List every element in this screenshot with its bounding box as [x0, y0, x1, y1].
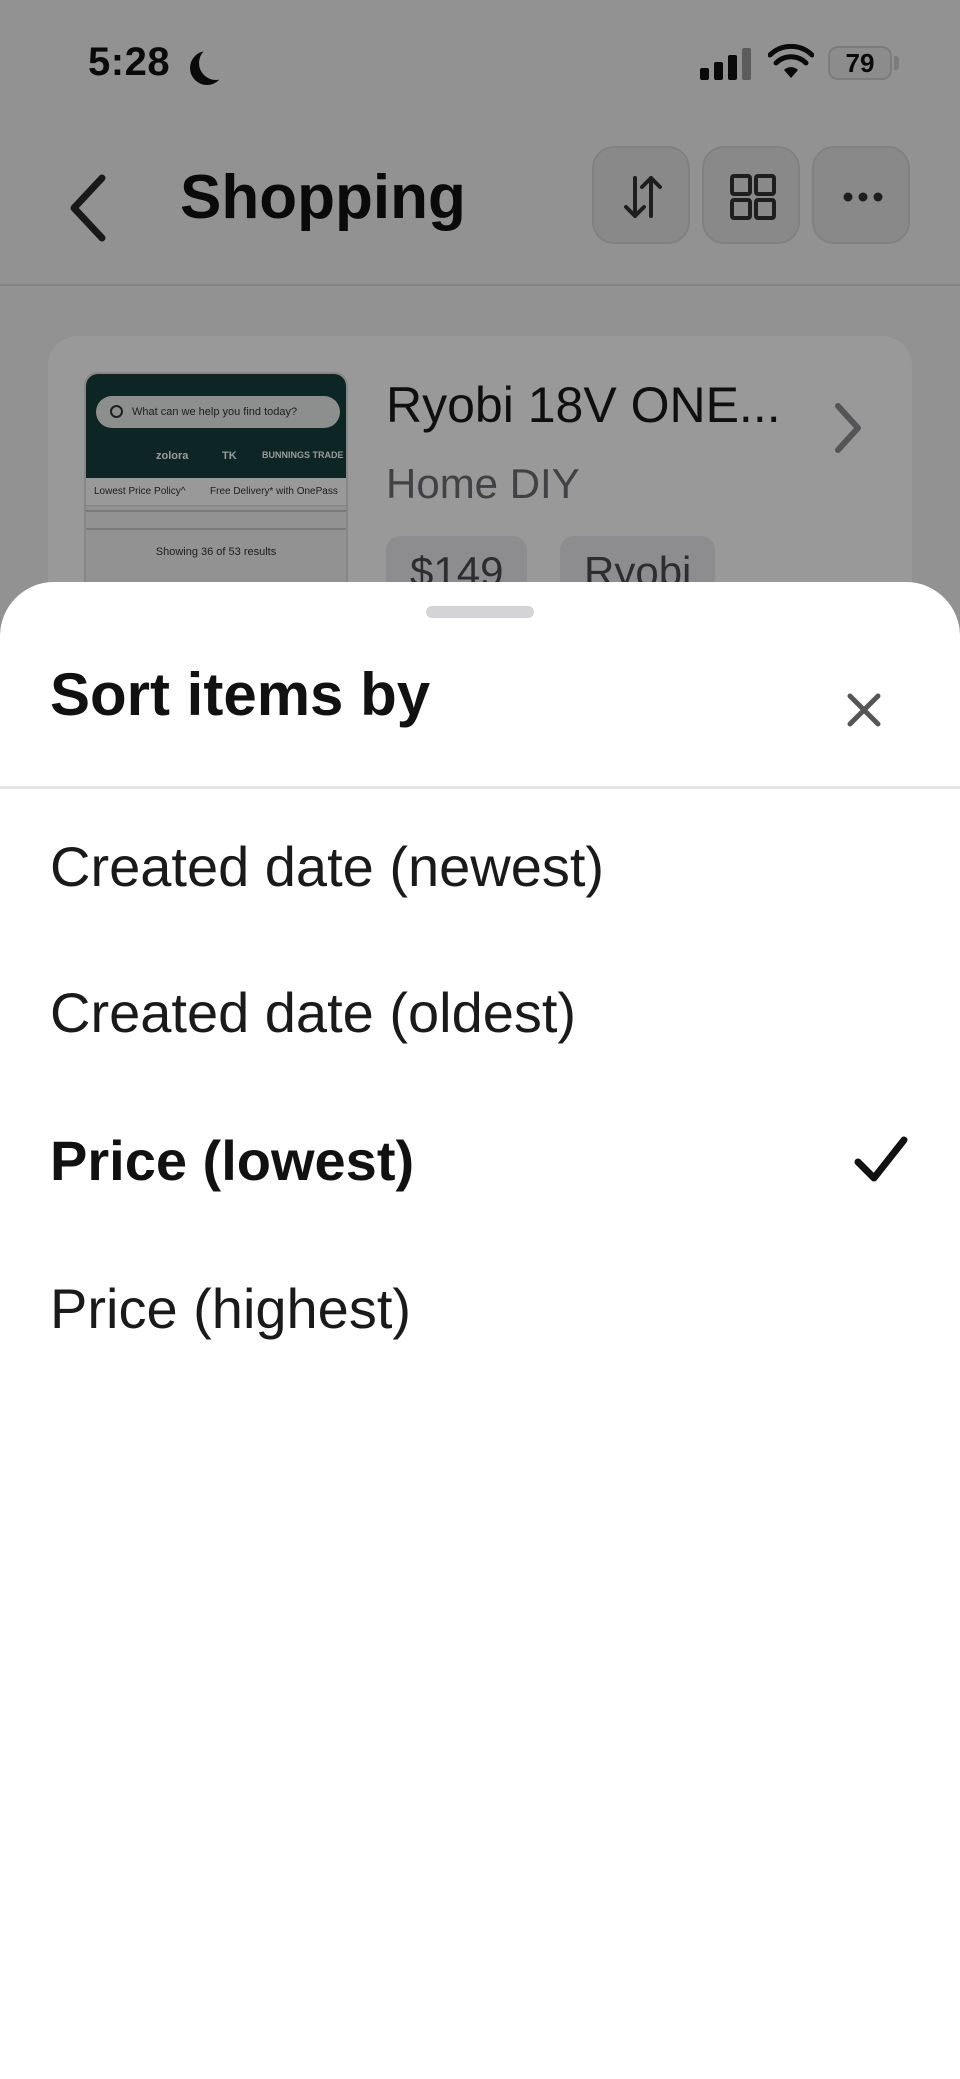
sort-sheet: Sort items by Created date (newest) Crea…	[0, 582, 960, 2079]
sheet-grabber[interactable]	[426, 606, 534, 618]
sheet-title: Sort items by	[50, 661, 431, 728]
sheet-divider	[0, 786, 960, 789]
sort-option-created-oldest[interactable]: Created date (oldest)	[0, 950, 960, 1080]
checkmark-icon	[854, 1136, 908, 1182]
sort-option-price-highest[interactable]: Price (highest)	[0, 1246, 960, 1376]
sort-option-created-newest[interactable]: Created date (newest)	[0, 804, 960, 934]
sort-option-label: Created date (newest)	[50, 835, 605, 898]
sort-option-label: Price (highest)	[50, 1277, 412, 1340]
sort-option-price-lowest[interactable]: Price (lowest)	[0, 1098, 960, 1228]
close-icon[interactable]	[832, 678, 896, 742]
sort-option-label: Price (lowest)	[50, 1129, 415, 1192]
sort-option-label: Created date (oldest)	[50, 981, 577, 1044]
